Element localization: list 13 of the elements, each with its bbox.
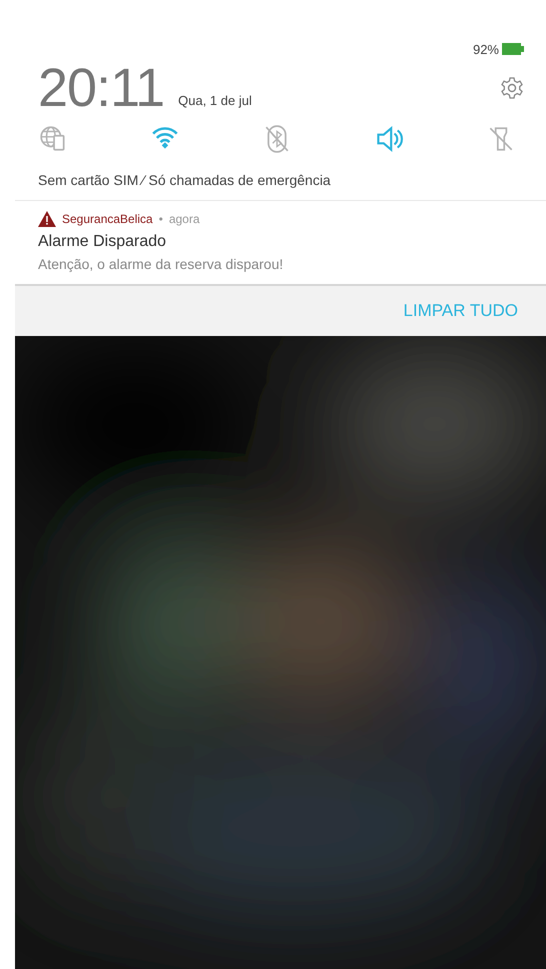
settings-icon[interactable] bbox=[500, 76, 524, 100]
separator-dot: • bbox=[158, 212, 163, 226]
date: Qua, 1 de jul bbox=[178, 93, 252, 108]
battery-percentage: 92% bbox=[472, 42, 499, 56]
notification-time: agora bbox=[168, 212, 200, 226]
sound-toggle-icon[interactable] bbox=[374, 124, 404, 154]
app-name: SegurancaBelica bbox=[62, 212, 153, 226]
warning-icon bbox=[38, 211, 56, 227]
notification-text: Atenção, o alarme da reserva disparou! bbox=[38, 256, 284, 272]
carrier-status: Sem cartão SIM ∕ Só chamadas de emergência bbox=[38, 172, 332, 188]
battery-icon bbox=[502, 43, 524, 55]
clock: 20:11 bbox=[38, 64, 164, 112]
notification-title: Alarme Disparado bbox=[38, 233, 168, 251]
